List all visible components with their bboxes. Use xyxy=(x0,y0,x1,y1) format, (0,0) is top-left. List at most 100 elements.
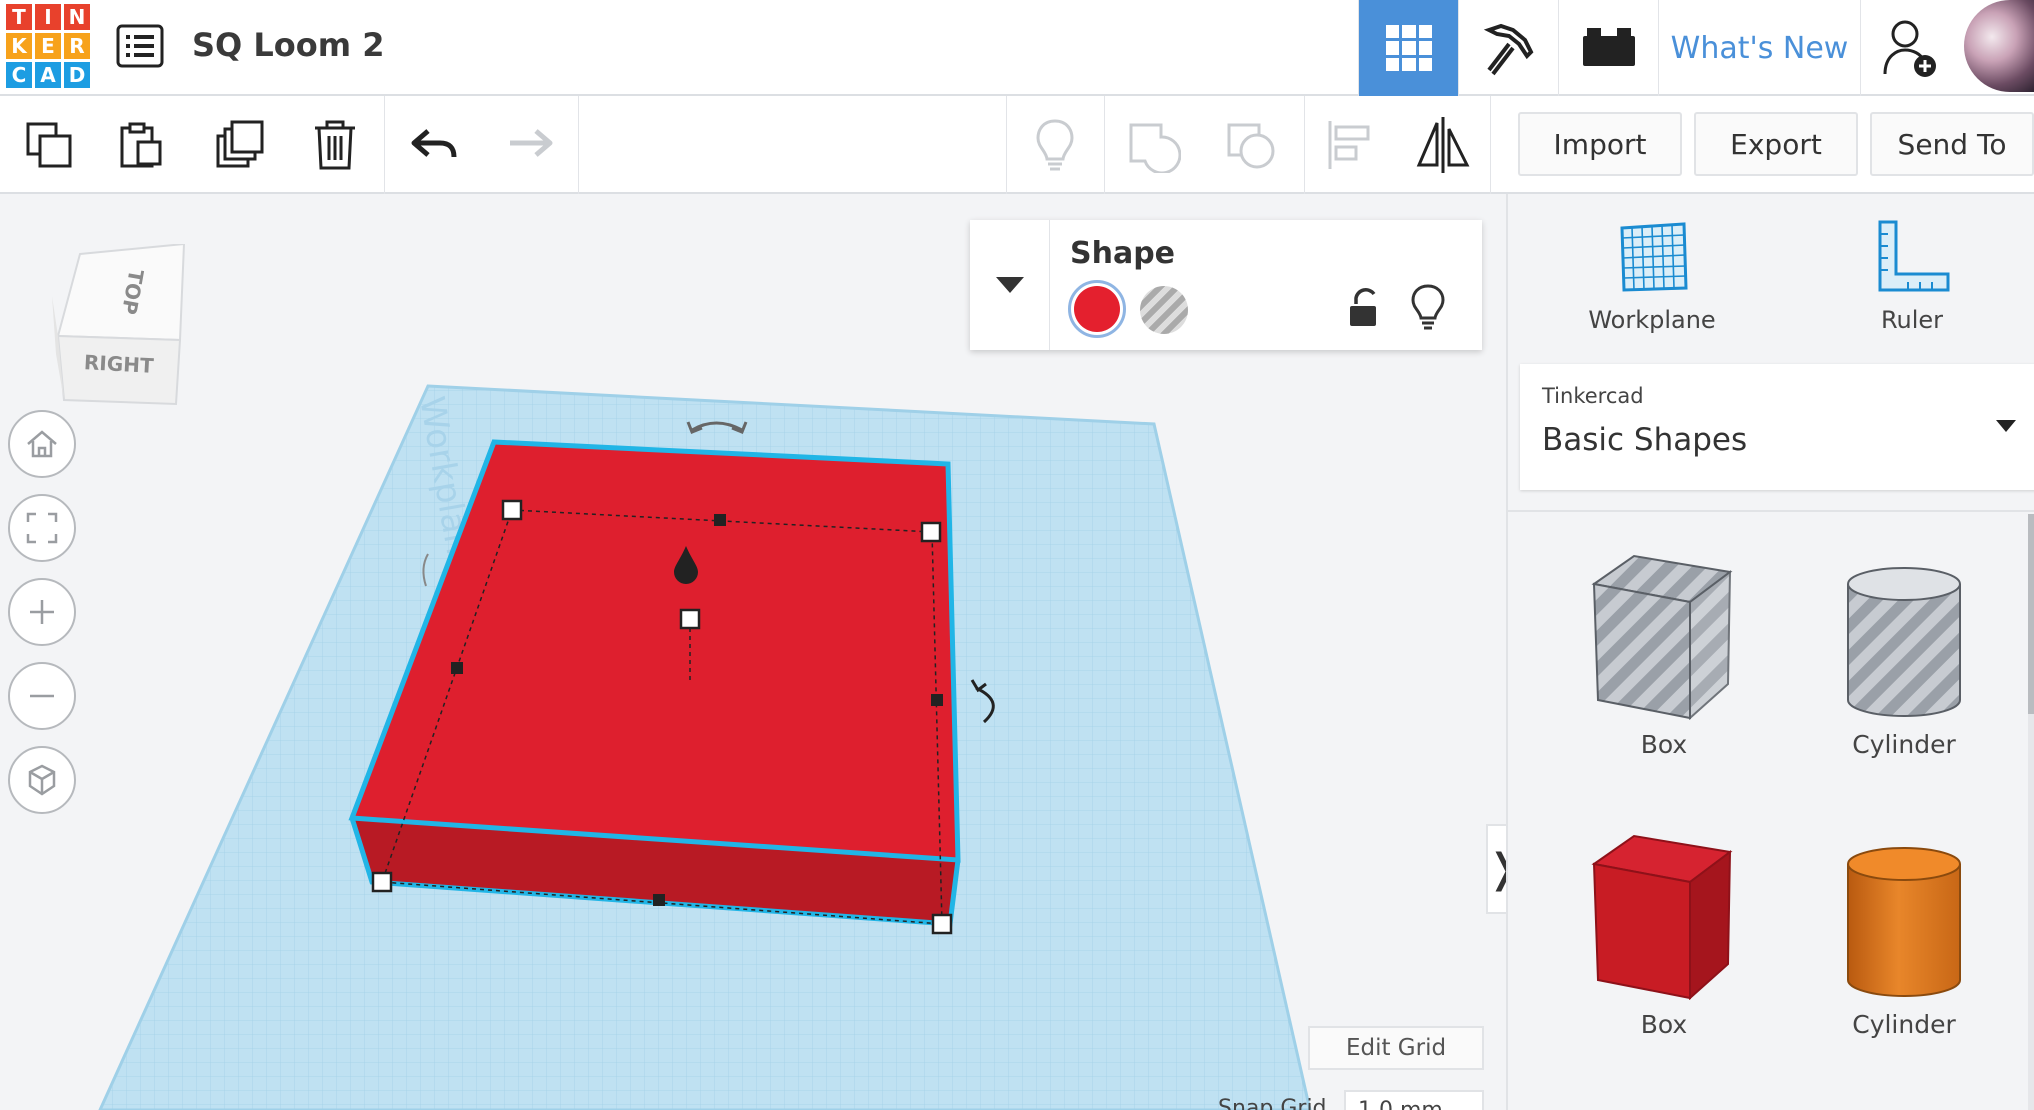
panel-toggle-button[interactable]: ❭ xyxy=(1486,824,1506,914)
shape-library-select[interactable]: Tinkercad Basic Shapes xyxy=(1520,364,2034,490)
logo-letter: R xyxy=(64,33,90,59)
group-icon xyxy=(1129,123,1181,173)
height-handle[interactable] xyxy=(679,608,701,630)
shape-cylinder-solid[interactable]: Cylinder xyxy=(1804,830,2004,1039)
lock-button[interactable] xyxy=(1342,286,1386,330)
corner-handle[interactable] xyxy=(371,871,393,893)
group-button[interactable] xyxy=(1118,110,1188,180)
3d-workspace[interactable]: Workplane TOP RIGHT Shape Edit Grid Snap… xyxy=(0,194,1506,1110)
library-source: Tinkercad xyxy=(1542,384,1644,408)
design-title[interactable]: SQ Loom 2 xyxy=(192,26,385,64)
inspector-title: Shape xyxy=(1070,236,1176,271)
delete-icon xyxy=(315,120,355,170)
hole-button[interactable] xyxy=(1140,286,1188,334)
toolbar-divider xyxy=(384,96,385,194)
view-cube-icon xyxy=(52,242,186,406)
duplicate-icon xyxy=(216,120,264,168)
ungroup-button[interactable] xyxy=(1216,110,1286,180)
shape-label: Cylinder xyxy=(1852,1010,1956,1039)
zoom-out-button[interactable] xyxy=(8,662,76,730)
collapse-inspector-button[interactable] xyxy=(970,220,1050,350)
corner-handle[interactable] xyxy=(501,499,523,521)
shape-box-hole[interactable]: Box xyxy=(1564,550,1764,759)
zoom-in-icon xyxy=(30,600,54,624)
mirror-button[interactable] xyxy=(1408,110,1478,180)
logo-letter: T xyxy=(6,4,32,30)
ortho-view-icon xyxy=(28,764,56,796)
workplane-icon xyxy=(1620,222,1688,292)
snap-grid-label: Snap Grid xyxy=(1218,1096,1327,1110)
scrollbar-thumb[interactable] xyxy=(2028,514,2034,714)
chevron-down-icon xyxy=(1996,420,2016,432)
toolbar-divider xyxy=(1006,96,1007,194)
minecraft-view-button[interactable] xyxy=(1458,0,1558,96)
show-all-button[interactable] xyxy=(1020,110,1090,180)
chevron-down-icon xyxy=(995,277,1024,293)
corner-handle[interactable] xyxy=(931,913,953,935)
copy-button[interactable] xyxy=(14,110,84,180)
lightbulb-icon xyxy=(1036,119,1074,171)
ortho-view-button[interactable] xyxy=(8,746,76,814)
box-solid-icon xyxy=(1591,834,1733,1001)
paste-icon xyxy=(120,122,162,168)
shapes-panel: Workplane Ruler Tinkercad Basic Shapes B… xyxy=(1506,194,2034,1110)
solid-color-swatch xyxy=(1074,286,1120,332)
fit-view-button[interactable] xyxy=(8,494,76,562)
shape-label: Box xyxy=(1640,730,1688,759)
panel-divider xyxy=(1508,510,2034,512)
design-list-button[interactable] xyxy=(116,24,164,68)
zoom-in-button[interactable] xyxy=(8,578,76,646)
logo-letter: C xyxy=(6,62,32,88)
whats-new-link[interactable]: What's New xyxy=(1658,0,1860,96)
redo-button[interactable] xyxy=(494,110,564,180)
corner-handle[interactable] xyxy=(920,521,942,543)
undo-icon xyxy=(411,129,457,158)
shape-label: Cylinder xyxy=(1852,730,1956,759)
edit-grid-button[interactable]: Edit Grid xyxy=(1308,1026,1484,1070)
unlock-icon xyxy=(1350,288,1376,326)
workplane-tool[interactable]: Workplane xyxy=(1552,218,1752,334)
ruler-tool[interactable]: Ruler xyxy=(1812,218,2012,334)
shape-cylinder-hole[interactable]: Cylinder xyxy=(1804,550,2004,759)
shape-box-solid[interactable]: Box xyxy=(1564,830,1764,1039)
export-button[interactable]: Export xyxy=(1694,112,1858,176)
toolbar-divider xyxy=(1490,96,1491,194)
ruler-icon xyxy=(1878,220,1950,292)
edge-handle[interactable] xyxy=(931,694,943,706)
home-view-button[interactable] xyxy=(8,410,76,478)
duplicate-button[interactable] xyxy=(206,110,276,180)
paste-button[interactable] xyxy=(106,110,176,180)
hide-button[interactable] xyxy=(1406,282,1450,332)
shape-label: Box xyxy=(1640,1010,1688,1039)
tinkercad-logo[interactable]: T I N K E R C A D xyxy=(6,4,90,88)
zoom-out-icon xyxy=(30,694,54,698)
logo-letter: K xyxy=(6,33,32,59)
delete-button[interactable] xyxy=(300,110,370,180)
edge-handle[interactable] xyxy=(714,514,726,526)
view-cube[interactable]: TOP RIGHT xyxy=(52,242,192,418)
copy-icon xyxy=(26,122,72,168)
align-button[interactable] xyxy=(1314,110,1384,180)
send-to-button[interactable]: Send To xyxy=(1870,112,2034,176)
edge-handle[interactable] xyxy=(451,662,463,674)
list-icon xyxy=(116,24,164,68)
solid-color-button[interactable] xyxy=(1068,280,1126,338)
3d-design-view-button[interactable] xyxy=(1358,0,1458,96)
logo-letter: E xyxy=(35,33,61,59)
add-user-icon xyxy=(1883,20,1936,77)
shapes-scrollbar[interactable] xyxy=(2028,514,2034,1110)
3d-grid-icon xyxy=(1385,25,1432,71)
library-name: Basic Shapes xyxy=(1542,422,1748,458)
invite-user-button[interactable] xyxy=(1860,0,1960,96)
cylinder-hole-icon xyxy=(1847,567,1961,717)
undo-button[interactable] xyxy=(400,110,470,180)
snap-grid-select[interactable]: 1.0 mm xyxy=(1344,1090,1484,1110)
import-button[interactable]: Import xyxy=(1518,112,1682,176)
bricks-view-button[interactable] xyxy=(1558,0,1658,96)
home-view-icon xyxy=(27,430,57,458)
pickaxe-icon xyxy=(1483,23,1533,76)
avatar[interactable] xyxy=(1964,0,2034,92)
toolbar-divider xyxy=(1104,96,1105,194)
redo-icon xyxy=(510,129,553,157)
edge-handle[interactable] xyxy=(653,894,665,906)
